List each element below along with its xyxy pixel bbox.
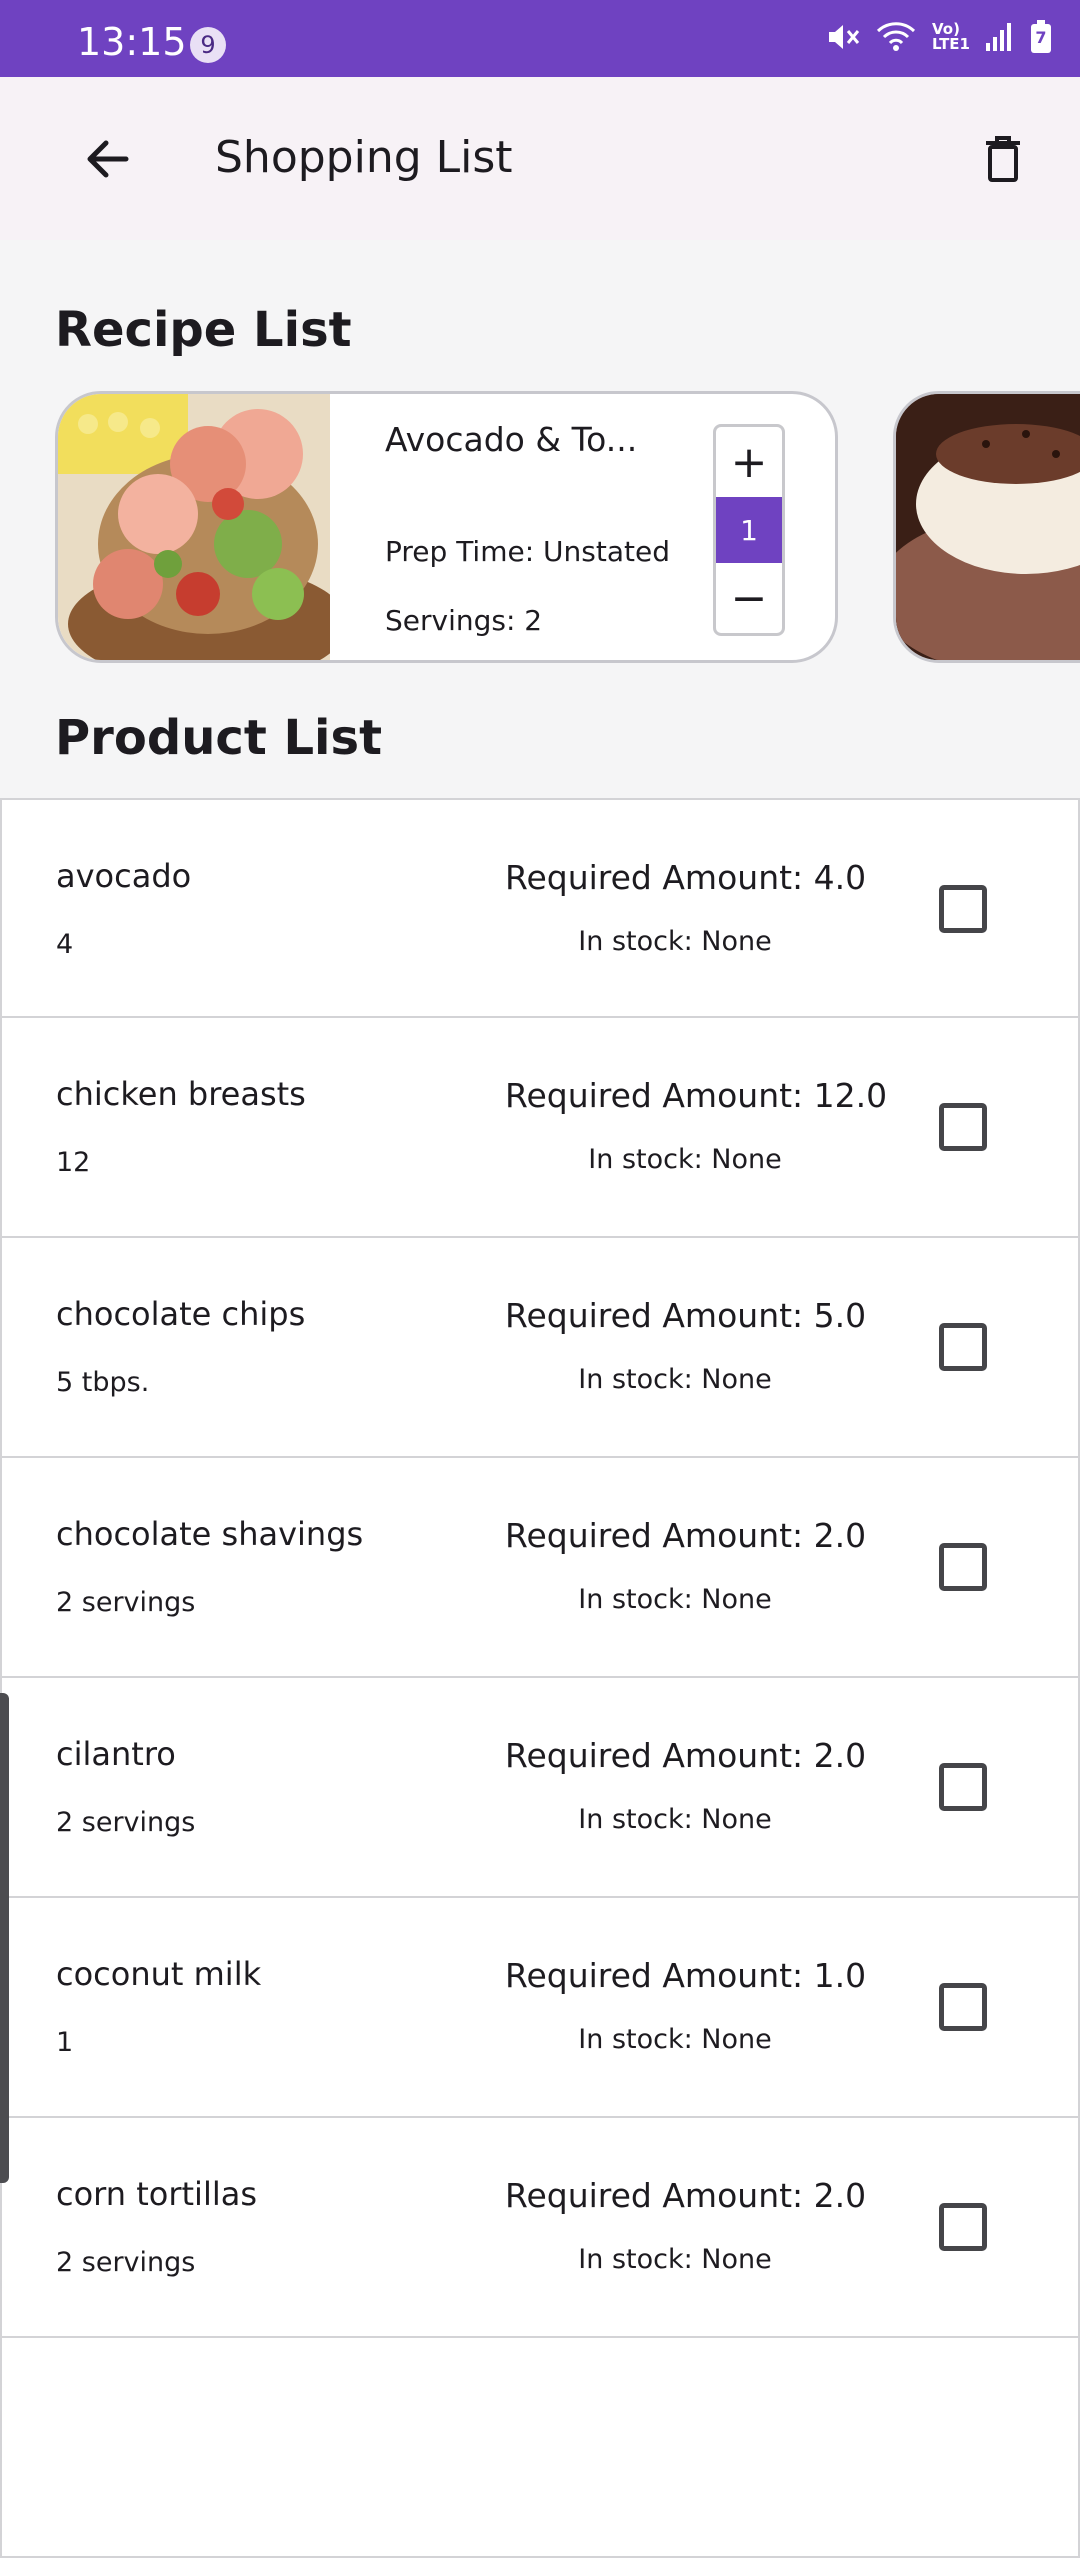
back-button[interactable] [76, 127, 140, 191]
list-item[interactable]: chicken breasts 12 Required Amount: 12.0… [0, 1018, 1080, 1238]
page-title: Shopping List [215, 132, 513, 183]
checkbox-unchecked-icon[interactable] [939, 1103, 987, 1151]
product-quantity: 4 [56, 929, 74, 960]
product-name: chicken breasts [56, 1075, 306, 1113]
list-item[interactable]: avocado 4 Required Amount: 4.0 In stock:… [0, 798, 1080, 1018]
product-quantity: 2 servings [56, 2247, 196, 2278]
required-amount: Required Amount: 2.0 [505, 1736, 867, 1775]
arrow-left-icon [87, 140, 129, 178]
network-label: Vo) LTE1 [932, 20, 970, 53]
list-item[interactable]: chocolate chips 5 tbps. Required Amount:… [0, 1238, 1080, 1458]
product-list-heading: Product List [55, 710, 383, 766]
list-item[interactable]: corn tortillas 2 servings Required Amoun… [0, 2118, 1080, 2338]
delete-button[interactable] [971, 127, 1035, 191]
status-icons: Vo) LTE1 7 [826, 20, 1052, 54]
product-quantity: 2 servings [56, 1587, 196, 1618]
notification-badge: 9 [190, 27, 226, 63]
recipe-servings: Servings: 2 [385, 604, 543, 637]
checkbox-unchecked-icon[interactable] [939, 1983, 987, 2031]
product-quantity: 2 servings [56, 1807, 196, 1838]
product-quantity: 12 [56, 1147, 91, 1178]
edge-panel-handle[interactable] [0, 1693, 9, 2183]
recipe-name: Avocado & To... [385, 420, 638, 459]
mute-icon [826, 21, 860, 53]
required-amount: Required Amount: 4.0 [505, 858, 867, 897]
battery-icon: 7 [1030, 20, 1052, 54]
increment-button[interactable]: + [716, 427, 782, 497]
battery-level: 7 [1035, 28, 1047, 47]
stock-status: In stock: None [578, 926, 772, 957]
recipe-image-next [896, 394, 1080, 660]
stepper-value: 1 [716, 497, 782, 563]
checkbox-unchecked-icon[interactable] [939, 2203, 987, 2251]
stock-status: In stock: None [578, 1584, 772, 1615]
checkbox-unchecked-icon[interactable] [939, 1543, 987, 1591]
stock-status: In stock: None [578, 2024, 772, 2055]
checkbox-unchecked-icon[interactable] [939, 1323, 987, 1371]
product-name: chocolate shavings [56, 1515, 364, 1553]
required-amount: Required Amount: 2.0 [505, 2176, 867, 2215]
recipe-prep-time: Prep Time: Unstated [385, 535, 670, 568]
product-name: chocolate chips [56, 1295, 306, 1333]
list-item[interactable]: cilantro 2 servings Required Amount: 2.0… [0, 1678, 1080, 1898]
checkbox-unchecked-icon[interactable] [939, 1763, 987, 1811]
stock-status: In stock: None [578, 1364, 772, 1395]
servings-stepper: + 1 − [713, 424, 785, 636]
wifi-icon [876, 21, 916, 53]
product-quantity: 1 [56, 2027, 74, 2058]
trash-icon [986, 136, 1020, 182]
status-time: 13:15 [77, 20, 187, 64]
stock-status: In stock: None [578, 2244, 772, 2275]
decrement-button[interactable]: − [716, 563, 782, 633]
product-name: corn tortillas [56, 2175, 257, 2213]
status-bar: 13:15 9 Vo) LTE1 7 [0, 0, 1080, 77]
product-list: avocado 4 Required Amount: 4.0 In stock:… [0, 798, 1080, 2558]
list-item[interactable] [0, 2338, 1080, 2558]
required-amount: Required Amount: 12.0 [505, 1076, 888, 1115]
product-quantity: 5 tbps. [56, 1367, 150, 1398]
product-name: avocado [56, 857, 192, 895]
required-amount: Required Amount: 2.0 [505, 1516, 867, 1555]
recipe-image [58, 394, 330, 660]
signal-icon [984, 21, 1014, 53]
stock-status: In stock: None [588, 1144, 782, 1175]
stock-status: In stock: None [578, 1804, 772, 1835]
recipe-list-heading: Recipe List [55, 302, 352, 358]
recipe-card[interactable]: Avocado & To... Prep Time: Unstated Serv… [55, 391, 838, 663]
product-name: cilantro [56, 1735, 176, 1773]
recipe-card-next[interactable] [893, 391, 1080, 663]
list-item[interactable]: chocolate shavings 2 servings Required A… [0, 1458, 1080, 1678]
product-name: coconut milk [56, 1955, 262, 1993]
list-item[interactable]: coconut milk 1 Required Amount: 1.0 In s… [0, 1898, 1080, 2118]
required-amount: Required Amount: 5.0 [505, 1296, 867, 1335]
app-bar: Shopping List [0, 77, 1080, 240]
checkbox-unchecked-icon[interactable] [939, 885, 987, 933]
required-amount: Required Amount: 1.0 [505, 1956, 867, 1995]
